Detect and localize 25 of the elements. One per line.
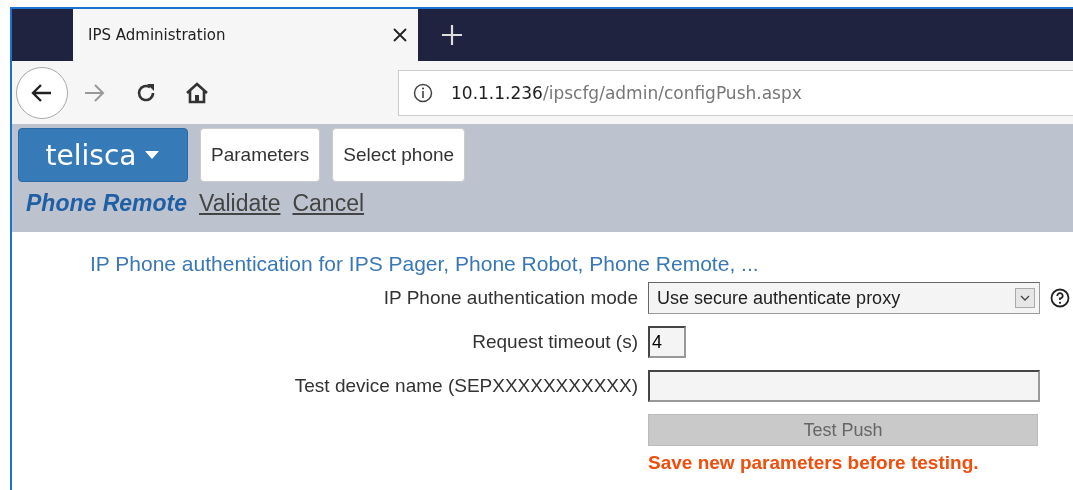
warning-message: Save new parameters before testing. <box>648 452 980 474</box>
device-name-input[interactable] <box>648 370 1040 402</box>
nav-link[interactable]: Validate <box>199 190 281 217</box>
field-label: Request timeout (s) <box>471 331 638 353</box>
nav-link[interactable]: Phone Remote <box>26 190 188 217</box>
address-bar[interactable]: 10.1.1.236/ipscfg/admin/configPush.aspx <box>398 69 1073 116</box>
field-label: IP Phone authentication mode <box>382 287 638 309</box>
menu-button[interactable]: Parameters <box>200 128 321 182</box>
browser-tab[interactable]: IPS Administration <box>73 9 418 61</box>
chevron-down-icon <box>1015 288 1035 308</box>
caret-icon <box>144 150 161 160</box>
field-label: Test device name (SEPXXXXXXXXXXX) <box>293 375 638 397</box>
section-title: IP Phone authentication for IPS Pager, Phone Robot, Phone Remote, ... <box>90 252 760 276</box>
menu-button[interactable]: Select phone <box>332 128 466 182</box>
help-icon[interactable] <box>1050 288 1070 308</box>
new-tab-icon[interactable] <box>442 25 462 45</box>
telisca-menu-button[interactable]: telisca <box>18 128 188 182</box>
mode-dropdown[interactable]: Use secure authenticate proxy <box>648 282 1040 314</box>
timeout-input[interactable]: 4 <box>648 326 686 358</box>
back-button[interactable] <box>16 66 68 119</box>
close-icon[interactable] <box>392 27 408 43</box>
url-text: 10.1.1.236/ipscfg/admin/configPush.aspx <box>451 82 802 103</box>
info-icon[interactable] <box>413 82 433 103</box>
nav-link[interactable]: Cancel <box>292 190 365 217</box>
tab-title: IPS Administration <box>88 26 226 44</box>
